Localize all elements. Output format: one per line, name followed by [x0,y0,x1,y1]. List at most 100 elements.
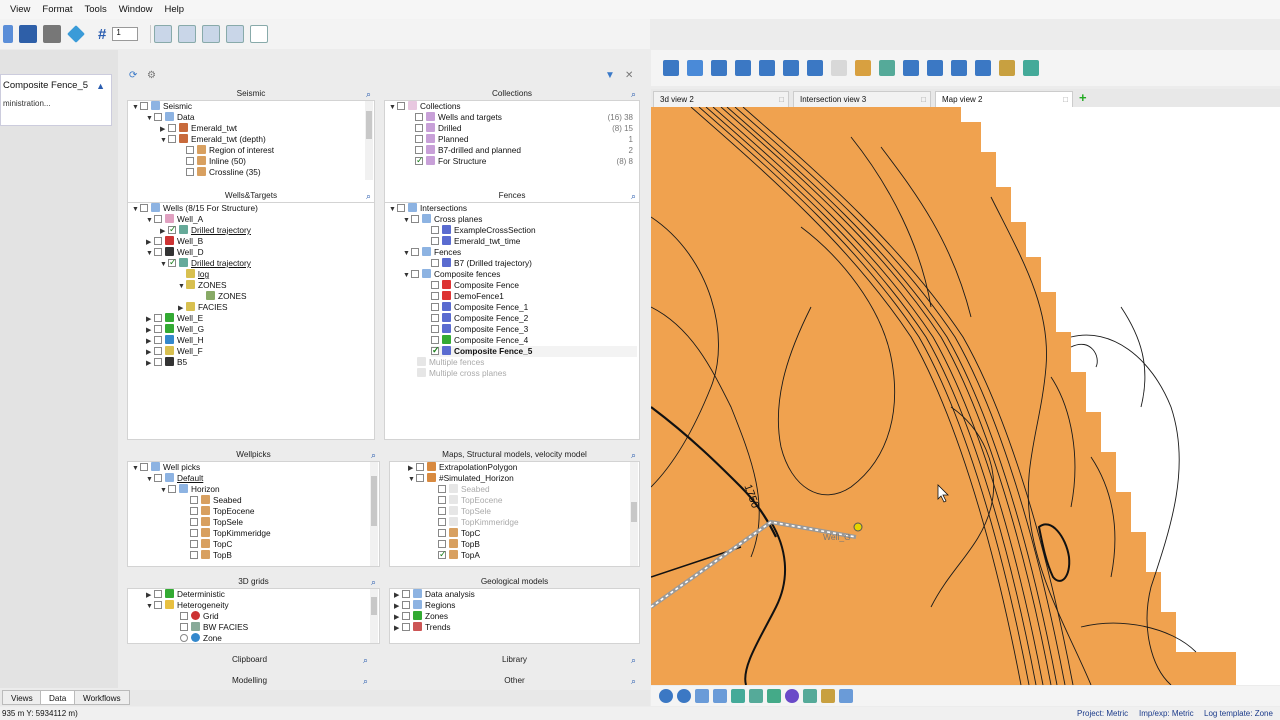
search-icon[interactable]: ⌕ [631,191,636,202]
increment-spinner[interactable]: 1 [112,27,139,41]
tree-row[interactable]: Planned 1 [415,134,637,145]
menu-window[interactable]: Window [119,4,153,15]
tree-row[interactable]: ▶ Well_G [146,324,204,335]
info-window-icon[interactable] [250,25,269,43]
tree-row[interactable]: ExampleCrossSection [431,225,536,236]
tree-row[interactable]: Composite Fence [431,280,519,291]
tree-row[interactable]: Seabed [438,484,490,495]
tree-row[interactable]: ▼ Emerald_twt (depth) [160,134,266,145]
pointer-icon[interactable] [839,689,853,703]
pan-icon[interactable] [807,60,823,76]
select-icon[interactable] [735,60,751,76]
tab-3d-view-2[interactable]: 3d view 2 □ [653,91,789,107]
tree-row[interactable]: TopC [190,539,232,550]
refresh-icon[interactable]: ⟳ [129,70,137,81]
tree-row[interactable]: ▼ Intersections [389,203,467,214]
tree-row[interactable]: ▶ Well_F [146,346,203,357]
tree-row[interactable]: TopEocene [190,506,255,517]
collapse-chevron-icon[interactable]: ▲ [96,81,105,91]
layers-icon[interactable] [855,60,871,76]
map-view[interactable]: 1750 Well_G [651,107,1280,685]
search-icon[interactable]: ⌕ [631,450,636,461]
tree-row[interactable]: For Structure(8) 8 [415,155,637,167]
close-icon[interactable]: □ [921,92,926,108]
tree-row[interactable]: Composite Fence_2 [431,313,528,324]
grid-hash-icon[interactable]: # [98,26,106,43]
tree-row[interactable]: Composite Fence_1 [431,302,528,313]
tree-row[interactable]: B7-drilled and planned 2 [415,145,637,156]
tree-row[interactable]: ▼Drilled trajectory [160,257,251,269]
info-icon[interactable] [975,60,991,76]
tree-row[interactable]: ▼ Cross planes [403,214,482,225]
scrollbar[interactable] [370,589,378,643]
log-template[interactable]: Log template: Zone [1204,707,1273,720]
tree-row[interactable]: TopA [438,549,480,561]
menu-help[interactable]: Help [165,4,185,15]
project-units[interactable]: Project: Metric [1077,707,1128,720]
search-icon[interactable]: ⌕ [366,89,371,100]
library-panel-title[interactable]: Library ⌕ [389,655,640,667]
tree-row[interactable]: ▶ Regions [394,600,455,611]
tree-row[interactable]: ▶ Zones [394,611,448,622]
check-icon[interactable] [731,689,745,703]
tool-icon[interactable] [767,689,781,703]
scrollbar[interactable] [630,462,638,566]
tree-row[interactable]: B7 (Drilled trajectory) [431,258,532,269]
search-icon[interactable]: ⌕ [631,655,636,666]
close-icon[interactable]: □ [779,92,784,108]
blank-icon[interactable] [831,60,847,76]
edit-icon[interactable] [749,689,763,703]
scrollbar[interactable] [365,101,373,180]
tree-row[interactable]: ZONES [206,291,247,302]
tree-row[interactable]: Drilled (8) 15 [415,123,637,134]
active-object-card[interactable]: Composite Fence_5 ministration... ▲ [0,74,112,126]
search-icon[interactable]: ⌕ [363,676,368,687]
check-icon[interactable] [1023,60,1039,76]
tree-row[interactable]: ▼ Default [146,473,203,484]
tree-row[interactable]: ▼ Fences [403,247,461,258]
layout-icon[interactable] [154,25,173,43]
tree-row[interactable]: ▼ Well picks [132,462,200,473]
impexp-units[interactable]: Imp/exp: Metric [1139,707,1194,720]
tree-row[interactable]: ▶ B5 [146,357,187,368]
color-icon[interactable] [785,689,799,703]
north-icon[interactable] [951,60,967,76]
tree-row[interactable]: TopB [190,550,232,561]
home-icon[interactable] [711,60,727,76]
tree-row[interactable]: ▼ Collections [389,101,637,112]
menu-format[interactable]: Format [42,4,72,15]
tree-row[interactable]: Multiple fences [417,357,484,368]
search-icon[interactable]: ⌕ [371,450,376,461]
tree-row[interactable]: Emerald_twt_time [431,236,520,247]
layer-icon[interactable] [663,60,679,76]
tree-row[interactable]: Crossline (35) [186,167,261,178]
tree-row[interactable]: TopSele [190,517,243,528]
tree-row[interactable]: DemoFence1 [431,291,504,302]
tree-row[interactable]: TopC [438,528,480,539]
tree-row[interactable]: ▼ ZONES [178,280,227,291]
tree-row[interactable]: ▼ Wells (8/15 For Structure) [132,203,258,214]
tree-row[interactable]: log [186,269,209,280]
tree-row[interactable]: ▶ Well_E [146,313,203,324]
tree-row[interactable]: Grid [180,611,219,622]
paint-icon[interactable] [783,60,799,76]
tree-row[interactable]: ▼ Horizon [160,484,220,495]
tree-row-selected[interactable]: Composite Fence_5 [431,345,637,357]
tree-row[interactable]: Composite Fence_4 [431,335,528,346]
filter-icon[interactable]: ▼ [605,70,615,81]
redo-icon[interactable] [713,689,727,703]
tree-row[interactable]: TopKimmeridge [190,528,271,539]
tree-row[interactable]: TopSele [438,506,491,517]
tree-row[interactable]: ▶Drilled trajectory [160,224,251,236]
tree-row[interactable]: ▶ FACIES [178,302,228,313]
settings-icon[interactable]: ⚙ [147,70,156,81]
axis-icon[interactable] [879,60,895,76]
box-zoom-icon[interactable] [759,60,775,76]
tree-row[interactable]: ▼ Data [146,112,195,123]
tab-data[interactable]: Data [40,690,76,705]
menu-view[interactable]: View [10,4,30,15]
panel-icon[interactable] [226,25,245,43]
info-icon[interactable] [659,689,673,703]
tab-intersection-view-3[interactable]: Intersection view 3 □ [793,91,931,107]
other-panel-title[interactable]: Other ⌕ [389,676,640,688]
